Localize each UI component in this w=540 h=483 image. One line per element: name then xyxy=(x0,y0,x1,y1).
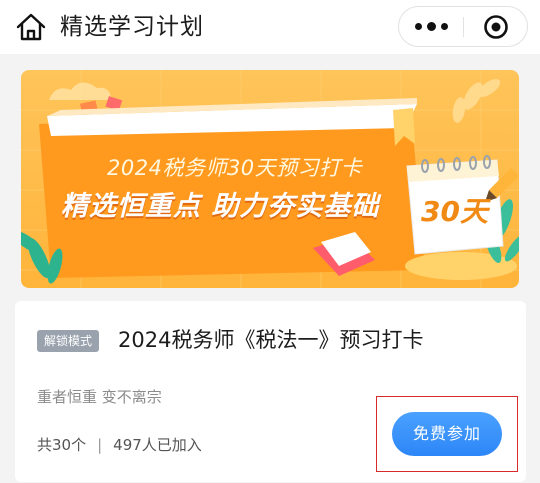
course-stats: 共30个 | 497人已加入 xyxy=(37,434,202,456)
study-plan-card[interactable]: 解锁模式 2024税务师《税法一》预习打卡 重者恒重 变不离宗 共30个 | 497… xyxy=(15,301,526,482)
mode-badge: 解锁模式 xyxy=(37,330,100,352)
banner-subtitle: 2024税务师30天预习打卡 xyxy=(107,156,363,180)
close-circle-icon xyxy=(484,14,508,39)
promo-banner[interactable]: 2024税务师30天预习打卡 精选恒重点 助力夯实基础 30天 xyxy=(21,70,519,288)
page-title: 精选学习计划 xyxy=(60,14,204,40)
banner-headline: 精选恒重点 助力夯实基础 xyxy=(61,191,380,222)
close-button[interactable] xyxy=(464,7,528,46)
mini-program-capsule xyxy=(398,6,528,47)
more-dots-icon xyxy=(414,22,448,31)
calendar-days-label: 30天 xyxy=(421,195,488,228)
top-nav-bar: 精选学习计划 xyxy=(0,0,540,54)
more-button[interactable] xyxy=(399,7,463,46)
joined-count: 497人已加入 xyxy=(113,436,202,454)
item-count: 共30个 xyxy=(37,436,87,454)
join-free-button[interactable]: 免费参加 xyxy=(392,412,502,456)
home-icon[interactable] xyxy=(14,10,48,44)
stats-divider: | xyxy=(97,436,103,454)
course-title: 2024税务师《税法一》预习打卡 xyxy=(118,328,424,352)
course-slogan: 重者恒重 变不离宗 xyxy=(37,388,162,406)
